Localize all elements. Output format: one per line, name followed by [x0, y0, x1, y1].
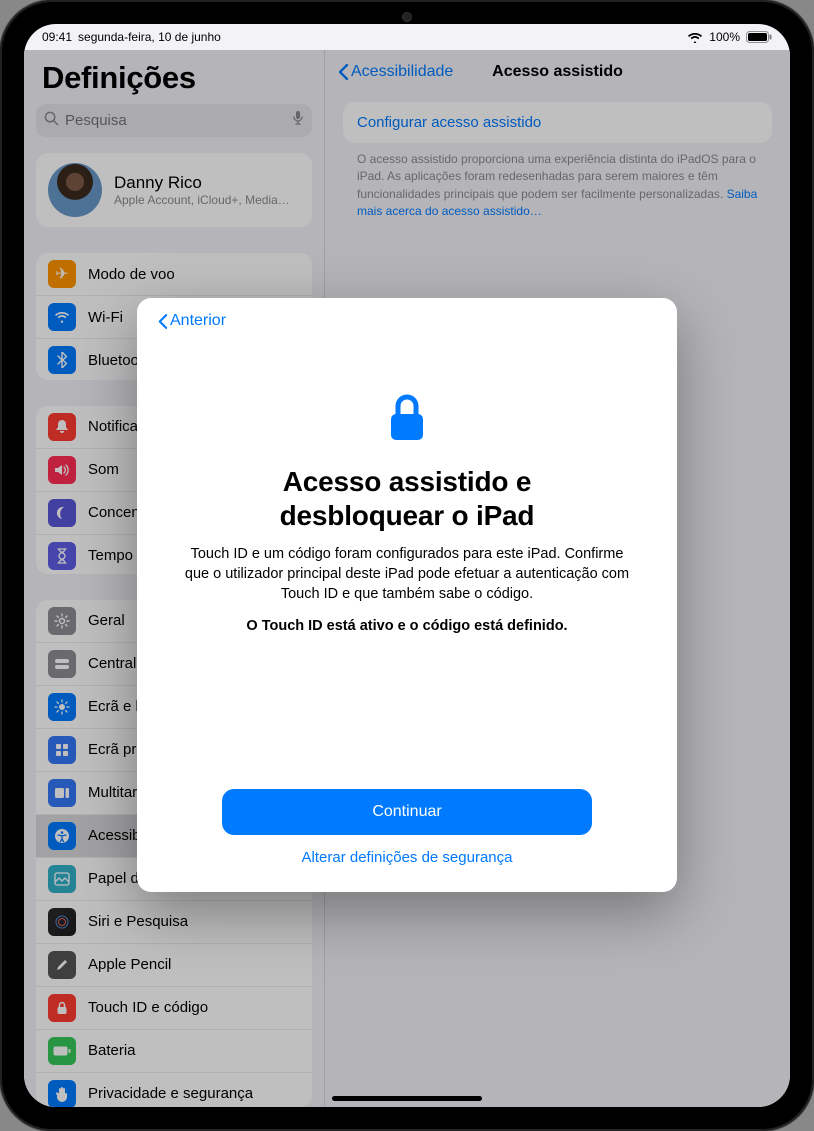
- sheet-title-line1: Acesso assistido e: [283, 466, 532, 497]
- ipad-frame: 09:41 segunda-feira, 10 de junho 100% De…: [0, 0, 814, 1131]
- status-bar: 09:41 segunda-feira, 10 de junho 100%: [24, 24, 790, 50]
- status-time: 09:41: [42, 30, 72, 44]
- sheet-title-line2: desbloquear o iPad: [280, 500, 535, 531]
- sheet-back-label: Anterior: [170, 312, 226, 330]
- sheet-back-button[interactable]: Anterior: [157, 312, 226, 330]
- status-date: segunda-feira, 10 de junho: [78, 30, 221, 44]
- change-security-settings-link[interactable]: Alterar definições de segurança: [302, 849, 513, 866]
- assisted-access-unlock-sheet: Anterior Acesso assistido e desbloquear …: [137, 298, 677, 892]
- camera-dot: [402, 12, 412, 22]
- screen: 09:41 segunda-feira, 10 de junho 100% De…: [24, 24, 790, 1107]
- home-indicator[interactable]: [332, 1096, 482, 1101]
- battery-icon: [746, 31, 772, 43]
- sheet-paragraph: Touch ID e um código foram configurados …: [177, 544, 637, 604]
- continue-button[interactable]: Continuar: [222, 789, 592, 835]
- sheet-status-line: O Touch ID está ativo e o código está de…: [246, 618, 567, 634]
- wifi-icon: [687, 31, 703, 43]
- sheet-title: Acesso assistido e desbloquear o iPad: [280, 465, 535, 532]
- lock-icon: [385, 392, 429, 449]
- battery-percent: 100%: [709, 30, 740, 44]
- chevron-left-icon: [157, 313, 168, 330]
